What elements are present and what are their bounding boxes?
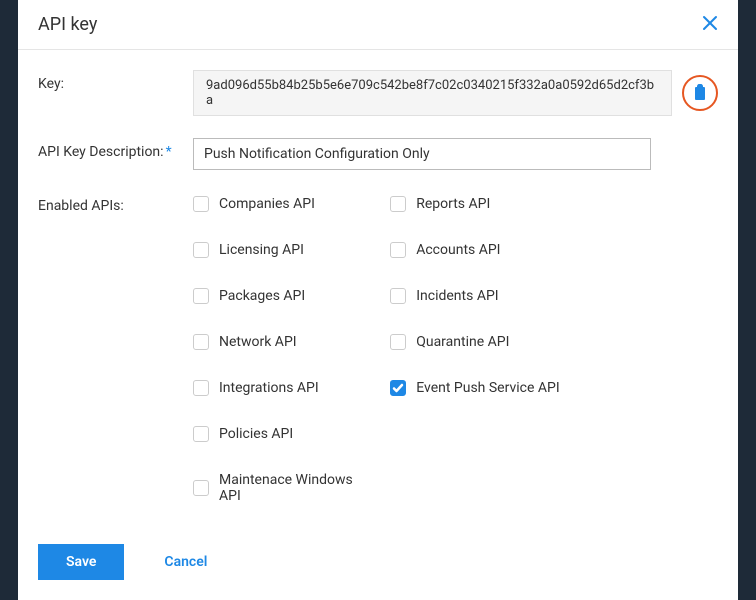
checkbox[interactable] [390, 242, 406, 258]
checkbox-label: Maintenace Windows API [219, 472, 370, 504]
checkbox[interactable] [193, 288, 209, 304]
api-checkbox-row[interactable]: Accounts API [390, 242, 567, 258]
apis-container: Companies API Licensing API Packages API Ne… [193, 192, 567, 504]
description-input[interactable] [193, 138, 651, 170]
checkbox[interactable] [193, 380, 209, 396]
checkbox[interactable] [390, 334, 406, 350]
enabled-apis-label: Enabled APIs: [38, 192, 193, 214]
apis-value-col: Companies API Licensing API Packages API Ne… [193, 192, 718, 504]
checkbox[interactable] [193, 196, 209, 212]
modal-header: API key [18, 0, 738, 50]
checkbox-label: Companies API [219, 196, 315, 212]
checkbox[interactable] [193, 426, 209, 442]
checkbox-label: Network API [219, 334, 297, 350]
checkbox[interactable] [193, 334, 209, 350]
checkbox[interactable] [193, 242, 209, 258]
checkbox-label: Event Push Service API [416, 380, 559, 396]
description-value-col [193, 138, 718, 170]
checkbox-label: Quarantine API [416, 334, 509, 350]
description-row: API Key Description:* [38, 138, 718, 170]
checkbox-label: Accounts API [416, 242, 500, 258]
key-label: Key: [38, 70, 193, 92]
api-checkbox-row[interactable]: Quarantine API [390, 334, 567, 350]
apis-column-left: Companies API Licensing API Packages API Ne… [193, 196, 370, 504]
modal-body: Key: 9ad096d55b84b25b5e6e709c542be8f7c02… [18, 50, 738, 504]
checkbox[interactable] [193, 480, 209, 496]
api-checkbox-row[interactable]: Policies API [193, 426, 370, 442]
cancel-button[interactable]: Cancel [144, 544, 227, 580]
checkbox[interactable] [390, 380, 406, 396]
api-checkbox-row[interactable]: Event Push Service API [390, 380, 567, 396]
checkbox-label: Policies API [219, 426, 293, 442]
modal-title: API key [38, 14, 97, 35]
key-row: Key: 9ad096d55b84b25b5e6e709c542be8f7c02… [38, 70, 718, 116]
checkbox-label: Packages API [219, 288, 305, 304]
modal-footer: Save Cancel [18, 524, 738, 600]
checkbox-label: Incidents API [416, 288, 498, 304]
apis-column-right: Reports API Accounts API Incidents API Quar… [390, 196, 567, 504]
enabled-apis-row: Enabled APIs: Companies API Licensing API… [38, 192, 718, 504]
required-marker: * [166, 144, 172, 160]
checkbox-label: Integrations API [219, 380, 319, 396]
api-checkbox-row[interactable]: Network API [193, 334, 370, 350]
checkbox-label: Reports API [416, 196, 490, 212]
api-checkbox-row[interactable]: Integrations API [193, 380, 370, 396]
api-checkbox-row[interactable]: Packages API [193, 288, 370, 304]
copy-key-button[interactable] [682, 75, 718, 111]
close-button[interactable] [702, 15, 718, 35]
description-label: API Key Description:* [38, 138, 193, 160]
checkbox-label: Licensing API [219, 242, 304, 258]
close-icon [702, 15, 718, 31]
key-value-col: 9ad096d55b84b25b5e6e709c542be8f7c02c0340… [193, 70, 718, 116]
api-checkbox-row[interactable]: Reports API [390, 196, 567, 212]
api-checkbox-row[interactable]: Licensing API [193, 242, 370, 258]
checkbox[interactable] [390, 196, 406, 212]
save-button[interactable]: Save [38, 544, 124, 580]
checkbox[interactable] [390, 288, 406, 304]
api-checkbox-row[interactable]: Companies API [193, 196, 370, 212]
api-checkbox-row[interactable]: Incidents API [390, 288, 567, 304]
key-value-display: 9ad096d55b84b25b5e6e709c542be8f7c02c0340… [193, 70, 672, 116]
api-key-modal: API key Key: 9ad096d55b84b25b5e6e709c542… [18, 0, 738, 600]
clipboard-icon [692, 84, 708, 102]
api-checkbox-row[interactable]: Maintenace Windows API [193, 472, 370, 504]
